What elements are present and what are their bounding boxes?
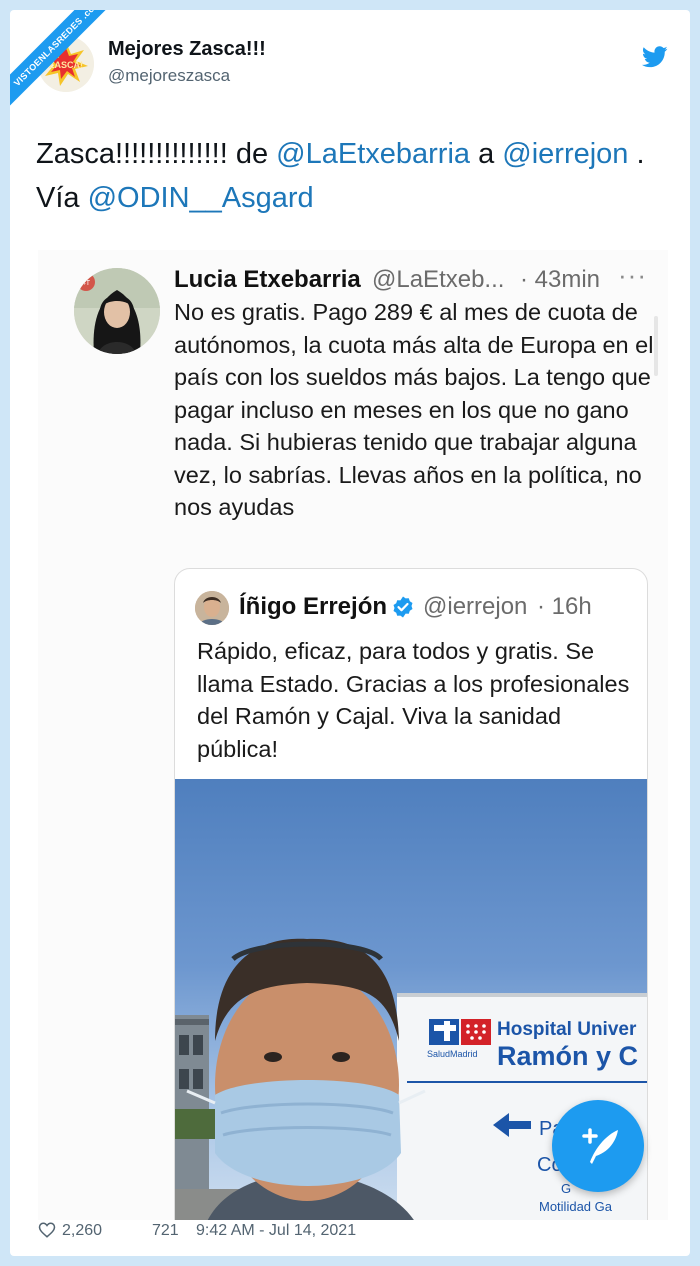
tweet-header: ZASCA! Mejores Zasca!!! @mejoreszasca <box>38 36 678 96</box>
quoted-author-name: Íñigo Errejón <box>239 593 388 620</box>
tweet-text-intro: Zasca!!!!!!!!!!!!!! de <box>36 138 277 170</box>
like-count: 2,260 <box>62 1222 103 1239</box>
quoted-time: · 16h <box>537 593 592 620</box>
heart-icon[interactable] <box>38 1221 56 1239</box>
svg-text:#T: #T <box>82 280 91 287</box>
sign-name-line: Ramón y C <box>497 1041 638 1071</box>
quoted-author-handle: @ierrejon <box>423 593 528 620</box>
screenshot-author-avatar: #T <box>74 268 160 354</box>
more-options-icon: ··· <box>618 260 647 290</box>
mention-odin-asgard[interactable]: @ODIN__Asgard <box>88 182 314 214</box>
tweet-footer: 2,260 721 9:42 AM - Jul 14, 2021 <box>38 1218 678 1248</box>
screenshot-body: No es gratis. Pago 289 € al mes de cuota… <box>174 299 654 520</box>
screenshot-author-handle: @LaEtxeb... <box>372 266 505 293</box>
screenshot-scrollbar <box>654 316 658 376</box>
svg-text:ZASCA!: ZASCA! <box>49 60 83 70</box>
mention-ierrejon[interactable]: @ierrejon <box>502 138 628 170</box>
screenshot-author-name: Lucia Etxebarria <box>174 266 361 293</box>
embedded-screenshot[interactable]: #T Lucia Etxebarria @LaEtxeb... · 43min … <box>38 250 668 1220</box>
screenshot-time: · 43min <box>520 266 601 293</box>
tweet-text: Zasca!!!!!!!!!!!!!! de @LaEtxebarria a @… <box>36 132 676 220</box>
author-handle[interactable]: @mejoreszasca <box>108 66 230 86</box>
sign-line-5: Motilidad Ga <box>539 1199 613 1214</box>
twitter-bird-icon[interactable] <box>642 46 668 68</box>
sign-hospital-line: Hospital Univer <box>497 1019 637 1040</box>
retweet-count: 721 <box>152 1222 179 1239</box>
mention-laetxebarria[interactable]: @LaEtxebarria <box>276 138 470 170</box>
tweet-timestamp[interactable]: 9:42 AM - Jul 14, 2021 <box>196 1222 356 1240</box>
quoted-author-avatar <box>195 591 229 625</box>
tweet-card: VISTOENLASREDES .com ZASCA! Mejores Zasc… <box>10 10 690 1256</box>
quoted-body: Rápido, eficaz, para todos y gratis. Se … <box>197 638 630 762</box>
compose-feather-icon <box>582 1128 618 1164</box>
tweet-text-connector: a <box>470 138 503 170</box>
sign-brand: SaludMadrid <box>427 1049 478 1059</box>
author-name[interactable]: Mejores Zasca!!! <box>108 38 266 61</box>
verified-badge-icon <box>393 596 413 618</box>
compose-tweet-button[interactable] <box>552 1100 644 1192</box>
